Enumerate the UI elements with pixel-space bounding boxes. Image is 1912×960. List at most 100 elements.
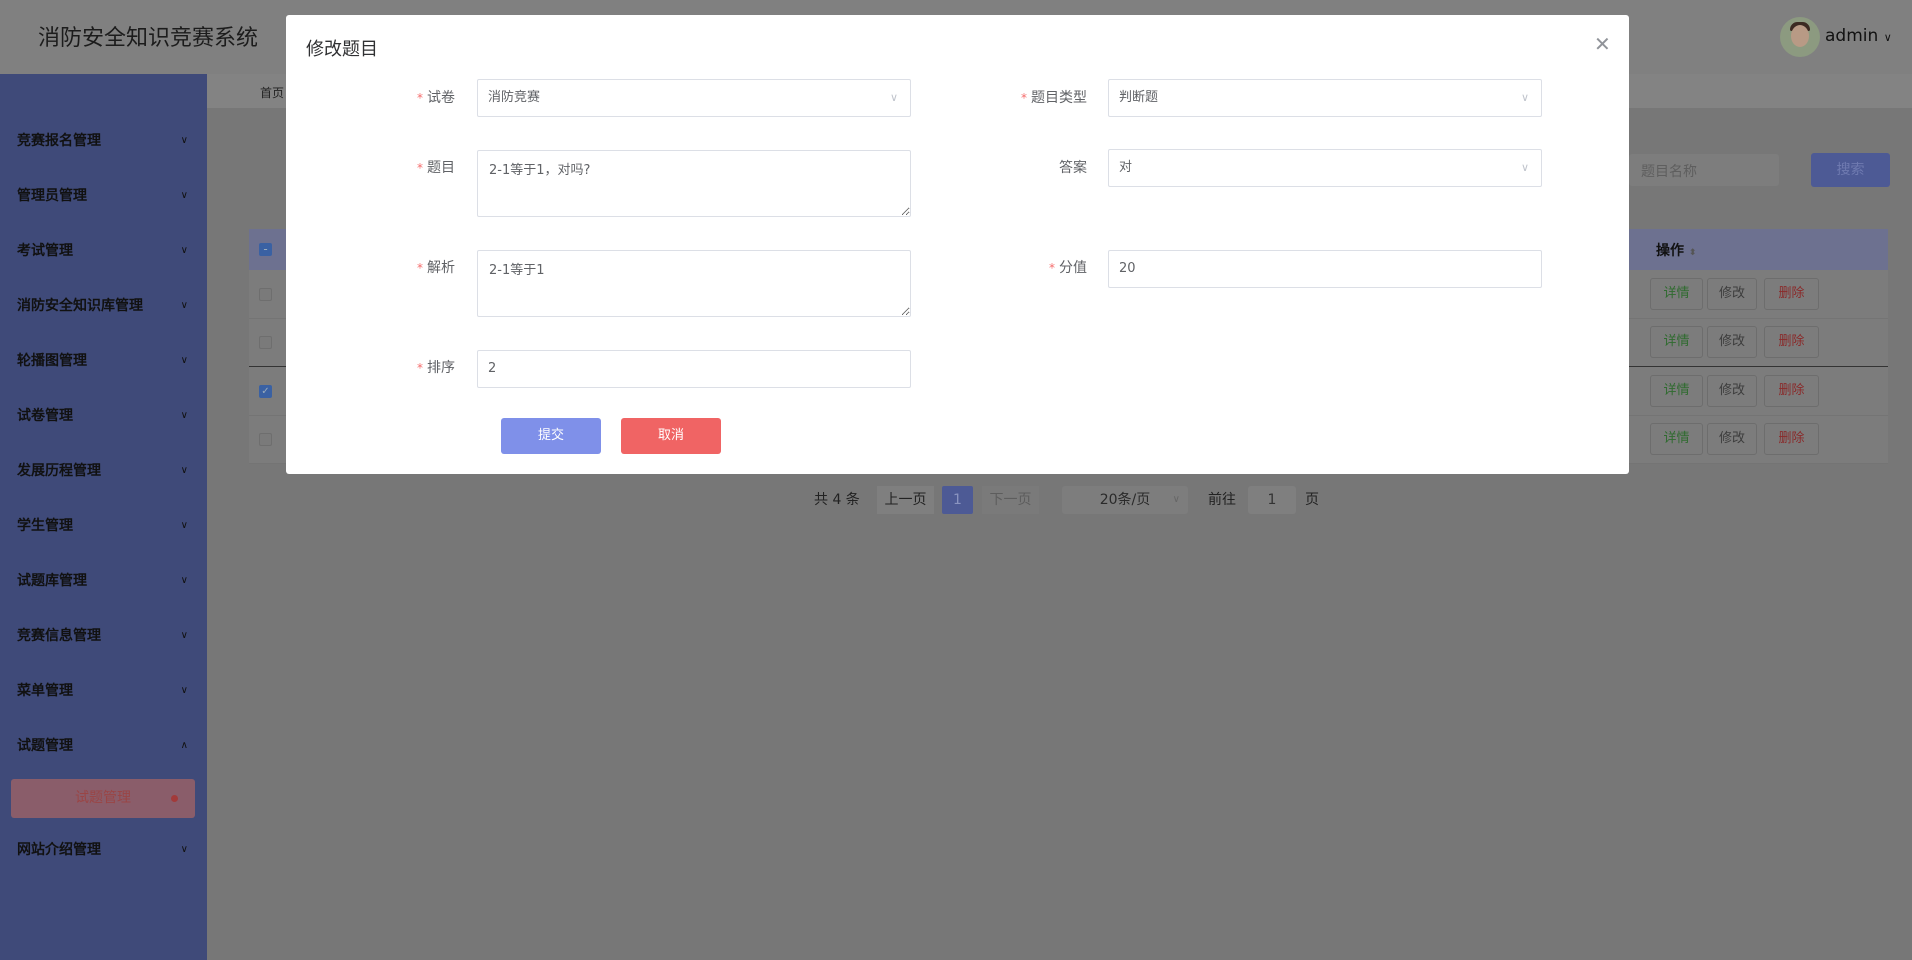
edit-button[interactable]: 修改 [1707,278,1757,310]
select-all-checkbox[interactable]: - [259,243,272,256]
sidebar-item-label: 轮播图管理 [17,353,87,369]
row-checkbox[interactable]: ✓ [259,385,272,398]
submit-button[interactable]: 提交 [501,418,601,454]
edit-button[interactable]: 修改 [1707,326,1757,358]
analysis-textarea[interactable]: 2-1等于1 [477,250,911,317]
delete-button[interactable]: 删除 [1764,375,1819,407]
goto-label: 前往 [1208,492,1236,508]
chevron-down-icon: ∨ [1172,494,1180,505]
chevron-down-icon: ∨ [180,685,188,696]
search-input[interactable]: 题目名称 [1629,154,1779,186]
prev-page-button[interactable]: 上一页 [877,486,934,514]
chevron-down-icon: ∨ [180,630,188,641]
chevron-down-icon: ∨ [180,575,188,586]
detail-button[interactable]: 详情 [1650,278,1703,310]
sidebar-item-label: 试卷管理 [17,408,73,424]
chevron-down-icon: ∨ [180,520,188,531]
sidebar-item[interactable]: 考试管理 ∨ [17,236,192,266]
chevron-down-icon: ∨ [1520,161,1529,174]
page-1-button[interactable]: 1 [942,486,973,514]
chevron-down-icon: ∨ [180,465,188,476]
row-checkbox[interactable] [259,433,272,446]
chevron-down-icon: ∨ [180,300,188,311]
active-dot-icon [171,795,178,802]
column-header-label: 操作 [1656,243,1684,259]
edit-button[interactable]: 修改 [1707,375,1757,407]
sidebar-item[interactable]: 网站介绍管理 ∨ [17,835,192,865]
avatar[interactable] [1780,17,1820,57]
sidebar-item-label: 考试管理 [17,243,73,259]
column-header-actions[interactable]: 操作 ⬍ [1656,240,1696,260]
chevron-down-icon: ∨ [889,91,898,104]
sidebar-item-label: 竞赛报名管理 [17,133,101,149]
user-menu[interactable]: admin ∨ [1825,26,1892,46]
sidebar-subitem-label: 试题管理 [75,790,131,806]
question-label: * 题目 [417,160,455,176]
sidebar-item-label: 菜单管理 [17,683,73,699]
sidebar-item[interactable]: 发展历程管理 ∨ [17,456,192,486]
detail-button[interactable]: 详情 [1650,375,1703,407]
chevron-down-icon: ∨ [180,190,188,201]
sidebar-item-label: 发展历程管理 [17,463,101,479]
sidebar-item[interactable]: 消防安全知识库管理 ∨ [17,291,192,321]
chevron-down-icon: ∨ [180,245,188,256]
chevron-down-icon: ∨ [180,135,188,146]
username: admin [1825,26,1879,46]
answer-label: 答案 [1059,160,1087,176]
sort-icon: ⬍ [1688,248,1697,258]
sidebar-item[interactable]: 学生管理 ∨ [17,511,192,541]
page-size-select[interactable]: 20条/页 ∨ [1062,486,1188,514]
goto-page-input[interactable]: 1 [1248,486,1296,514]
sidebar-item[interactable]: 试题库管理 ∨ [17,566,192,596]
sidebar-item[interactable]: 菜单管理 ∨ [17,676,192,706]
sidebar-item-label: 试题管理 [17,738,73,754]
pagination-total: 共 4 条 [814,492,860,508]
edit-button[interactable]: 修改 [1707,423,1757,455]
chevron-down-icon: ∨ [1520,91,1529,104]
sidebar-item[interactable]: 竞赛报名管理 ∨ [17,126,192,156]
answer-select[interactable]: 对 ∨ [1108,149,1542,187]
row-checkbox[interactable] [259,288,272,301]
row-checkbox[interactable] [259,336,272,349]
next-page-button[interactable]: 下一页 [982,486,1039,514]
sidebar-item[interactable]: 竞赛信息管理 ∨ [17,621,192,651]
sidebar-item[interactable]: 试卷管理 ∨ [17,401,192,431]
sidebar-item[interactable]: 轮播图管理 ∨ [17,346,192,376]
paper-select[interactable]: 消防竞赛 ∨ [477,79,911,117]
dialog-title: 修改题目 [306,39,378,60]
question-type-select[interactable]: 判断题 ∨ [1108,79,1542,117]
chevron-down-icon: ∨ [180,410,188,421]
page-size-value: 20条/页 [1099,492,1151,508]
page-suffix: 页 [1305,492,1319,508]
paper-label: * 试卷 [417,90,455,106]
chevron-down-icon: ∨ [180,355,188,366]
score-input[interactable]: 20 [1108,250,1542,288]
search-button[interactable]: 搜索 [1811,153,1890,187]
sidebar-item-label: 管理员管理 [17,188,87,204]
analysis-label: * 解析 [417,260,455,276]
detail-button[interactable]: 详情 [1650,423,1703,455]
close-icon[interactable]: ✕ [1594,32,1611,56]
order-input[interactable]: 2 [477,350,911,388]
sidebar-item-label: 网站介绍管理 [17,842,101,858]
detail-button[interactable]: 详情 [1650,326,1703,358]
cancel-button[interactable]: 取消 [621,418,721,454]
sidebar-item-label: 学生管理 [17,518,73,534]
chevron-up-icon: ∧ [180,740,188,751]
delete-button[interactable]: 删除 [1764,326,1819,358]
sidebar-subitem-question-management[interactable]: 试题管理 [11,779,195,818]
score-label: * 分值 [1049,260,1087,276]
delete-button[interactable]: 删除 [1764,423,1819,455]
chevron-down-icon: ∨ [1883,31,1892,44]
sidebar-item[interactable]: 试题管理 ∧ [17,731,192,761]
delete-button[interactable]: 删除 [1764,278,1819,310]
chevron-down-icon: ∨ [180,844,188,855]
sidebar-item[interactable]: 管理员管理 ∨ [17,181,192,211]
sidebar-item-label: 竞赛信息管理 [17,628,101,644]
sidebar-item-label: 试题库管理 [17,573,87,589]
breadcrumb-home[interactable]: 首页 [260,84,284,101]
app-title: 消防安全知识竞赛系统 [38,26,259,51]
question-textarea[interactable]: 2-1等于1，对吗? [477,150,911,217]
order-label: * 排序 [417,360,455,376]
sidebar-item-label: 消防安全知识库管理 [17,298,143,314]
